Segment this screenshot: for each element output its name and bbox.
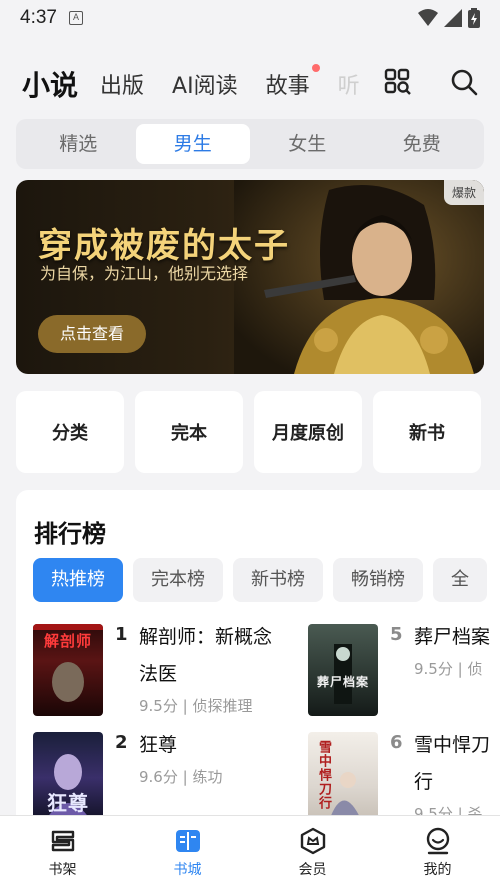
profile-icon	[426, 827, 449, 855]
nav-icons	[384, 68, 478, 96]
meta-separator: |	[177, 697, 193, 715]
tab-completed-rank[interactable]: 完本榜	[133, 558, 223, 602]
app-notification-icon: A	[68, 11, 83, 25]
book-genre: 侦	[467, 660, 483, 678]
book-cover: 狂尊	[33, 732, 103, 820]
tab-male[interactable]: 男生	[135, 124, 250, 164]
ranking-title: 排行榜	[34, 520, 106, 548]
bottom-nav-label: 书城	[173, 862, 202, 878]
signal-icon	[444, 9, 462, 27]
tab-hot-recommend[interactable]: 热推榜	[33, 558, 123, 602]
tab-listen[interactable]: 听	[338, 68, 360, 100]
promo-banner[interactable]: 爆款 穿成被废的太子 为自保，为江山，他别无选择 点击查看	[16, 180, 484, 374]
tab-story-label: 故事	[265, 74, 310, 99]
top-nav: 小说 出版 AI阅读 故事 听	[0, 60, 500, 108]
tab-all-rank[interactable]: 全	[433, 558, 487, 602]
quick-link-new-books[interactable]: 新书	[373, 391, 481, 473]
cover-title: 葬尸档案	[316, 675, 369, 689]
book-score: 9.6分	[139, 768, 178, 786]
bottom-nav-bookshelf[interactable]: 书架	[0, 816, 125, 888]
cover-title: 解剖师	[43, 632, 92, 650]
book-cover: 葬尸档案	[308, 624, 378, 716]
tab-novel[interactable]: 小说	[22, 64, 78, 104]
book-genre: 侦探推理	[192, 697, 253, 715]
book-rank: 2	[115, 732, 128, 753]
book-meta: 9.6分 | 练功	[139, 766, 279, 787]
book-rank: 5	[390, 624, 403, 645]
tab-ai-reading[interactable]: AI阅读	[172, 68, 238, 100]
tab-new-book-rank[interactable]: 新书榜	[233, 558, 323, 602]
status-bar: 4:37 A	[0, 0, 500, 36]
bottom-nav-profile[interactable]: 我的	[375, 816, 500, 888]
banner-character-art	[234, 180, 484, 374]
new-dot-badge	[311, 64, 320, 72]
book-info: 雪中悍刀行 9.5分 | 杀	[414, 732, 500, 820]
tab-story[interactable]: 故事	[265, 64, 320, 100]
book-title: 雪中悍刀行	[414, 734, 491, 793]
quick-links: 分类 完本 月度原创 新书	[16, 391, 500, 473]
tab-publish[interactable]: 出版	[100, 68, 144, 100]
cover-title: 雪中悍刀行	[316, 740, 331, 810]
book-rank: 1	[115, 624, 128, 645]
bottom-nav-member[interactable]: 会员	[250, 816, 375, 888]
banner-subtitle: 为自保，为江山，他别无选择	[40, 264, 249, 283]
book-cover: 解剖师	[33, 624, 103, 716]
book-meta: 9.5分 | 侦	[414, 658, 490, 679]
bottom-nav-label: 我的	[423, 862, 452, 878]
list-item[interactable]: 雪中悍刀行 6 雪中悍刀行 9.5分 | 杀	[308, 732, 500, 820]
quick-link-completed[interactable]: 完本	[135, 391, 243, 473]
grid-search-icon[interactable]	[384, 68, 412, 96]
battery-icon	[468, 8, 480, 28]
bookstore-icon	[175, 830, 200, 852]
cover-art	[334, 644, 352, 704]
meta-separator: |	[177, 768, 193, 786]
tab-free[interactable]: 免费	[365, 124, 480, 164]
book-title: 解剖师：新概念法医	[139, 626, 273, 685]
ranking-section: 排行榜 热推榜 完本榜 新书榜 畅销榜 全 解剖师 1 解剖师：新概念法医 9.…	[16, 490, 500, 820]
book-info: 解剖师：新概念法医 9.5分 | 侦探推理	[139, 624, 279, 716]
member-icon	[300, 827, 325, 855]
list-item[interactable]: 狂尊 2 狂尊 9.6分 | 练功	[33, 732, 279, 820]
banner-hot-tag: 爆款	[443, 180, 484, 205]
book-title: 葬尸档案	[414, 626, 491, 648]
bottom-nav-label: 书架	[48, 862, 77, 878]
book-title: 狂尊	[139, 734, 178, 756]
book-score: 9.5分	[139, 697, 178, 715]
gender-tabs: 精选 男生 女生 免费	[16, 119, 484, 169]
quick-link-category[interactable]: 分类	[16, 391, 124, 473]
tab-featured[interactable]: 精选	[21, 124, 136, 164]
status-time: 4:37	[20, 7, 57, 28]
tab-bestseller-rank[interactable]: 畅销榜	[333, 558, 423, 602]
bookshelf-icon	[51, 830, 74, 852]
ranking-tabs: 热推榜 完本榜 新书榜 畅销榜 全	[33, 558, 487, 602]
wifi-icon	[418, 9, 438, 26]
book-info: 狂尊 9.6分 | 练功	[139, 732, 279, 820]
search-icon[interactable]	[450, 68, 478, 96]
bottom-nav-bookstore[interactable]: 书城	[125, 816, 250, 888]
book-info: 葬尸档案 9.5分 | 侦	[414, 624, 490, 716]
bottom-nav-label: 会员	[298, 862, 327, 878]
book-score: 9.5分	[414, 660, 453, 678]
quick-link-monthly-original[interactable]: 月度原创	[254, 391, 362, 473]
meta-separator: |	[452, 660, 468, 678]
book-meta: 9.5分 | 侦探推理	[139, 695, 279, 716]
list-item[interactable]: 解剖师 1 解剖师：新概念法医 9.5分 | 侦探推理	[33, 624, 279, 716]
tab-female[interactable]: 女生	[250, 124, 365, 164]
list-item[interactable]: 葬尸档案 5 葬尸档案 9.5分 | 侦	[308, 624, 490, 716]
book-cover: 雪中悍刀行	[308, 732, 378, 820]
status-indicators	[418, 8, 480, 28]
banner-view-button[interactable]: 点击查看	[38, 315, 146, 353]
book-genre: 练功	[192, 768, 223, 786]
cover-title: 狂尊	[47, 791, 89, 815]
book-rank: 6	[390, 732, 403, 753]
bottom-nav: 书架 书城 会员 我的	[0, 815, 500, 888]
